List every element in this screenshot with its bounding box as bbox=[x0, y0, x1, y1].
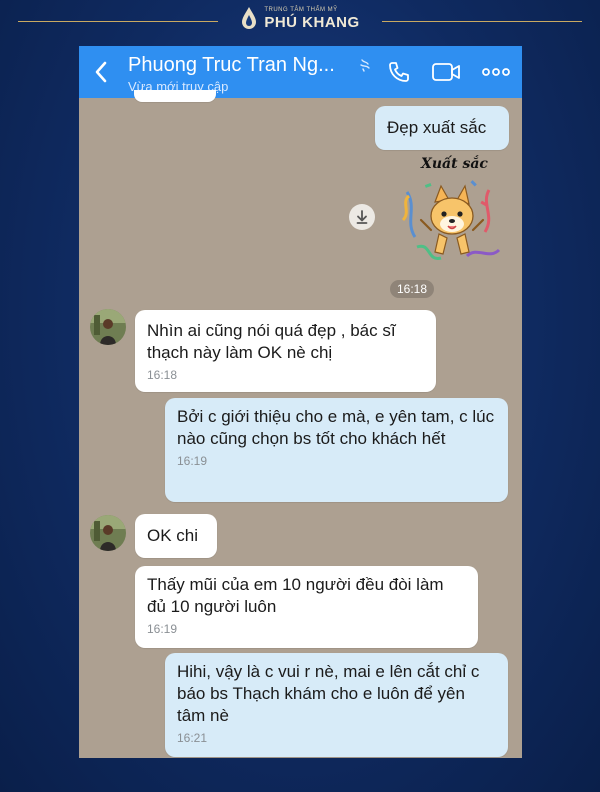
download-sticker-button[interactable] bbox=[349, 204, 375, 230]
contact-name[interactable]: Phuong Truc Tran Ng... bbox=[128, 54, 335, 77]
sticker-excellent[interactable]: Xuất sắc bbox=[397, 154, 507, 274]
message-bubble-outgoing[interactable]: Bởi c giới thiệu cho e mà, e yên tam, c … bbox=[165, 398, 508, 502]
message-text: Nhìn ai cũng nói quá đẹp , bác sĩ thạch … bbox=[147, 321, 396, 362]
chat-screen: Phuong Truc Tran Ng... Vừa mới truy cập … bbox=[79, 46, 522, 758]
message-text: OK chi bbox=[147, 526, 199, 545]
message-text: Bởi c giới thiệu cho e mà, e yên tam, c … bbox=[177, 407, 495, 448]
message-bubble-outgoing[interactable]: Đẹp xuất sắc bbox=[375, 106, 509, 150]
dog-celebration-sticker-icon bbox=[401, 180, 501, 260]
message-bubble-incoming[interactable]: Thấy mũi của em 10 người đều đòi làm đủ … bbox=[135, 566, 478, 648]
download-icon bbox=[356, 210, 368, 224]
message-timestamp: 16:21 bbox=[177, 731, 208, 745]
message-text: Hihi, vậy là c vui r nè, mai e lên cắt c… bbox=[177, 662, 480, 725]
sticker-timestamp: 16:18 bbox=[390, 280, 435, 298]
call-icon[interactable] bbox=[387, 60, 411, 84]
video-call-icon[interactable] bbox=[431, 60, 461, 84]
sparkle-icon bbox=[360, 59, 370, 72]
brand-logo-block: TRUNG TÂM THẨM MỸ PHÚ KHANG bbox=[0, 6, 600, 35]
more-options-icon[interactable] bbox=[482, 65, 510, 79]
message-text: Đẹp xuất sắc bbox=[387, 118, 487, 137]
back-arrow-icon[interactable] bbox=[91, 58, 111, 86]
sticker-caption: Xuất sắc bbox=[421, 156, 488, 172]
avatar-photo-icon bbox=[90, 515, 126, 551]
message-text: Thấy mũi của em 10 người đều đòi làm đủ … bbox=[147, 575, 444, 616]
message-bubble-incoming[interactable]: Nhìn ai cũng nói quá đẹp , bác sĩ thạch … bbox=[135, 310, 436, 392]
brand-subtitle: TRUNG TÂM THẨM MỸ bbox=[264, 6, 338, 13]
contact-avatar[interactable] bbox=[90, 515, 126, 551]
avatar-photo-icon bbox=[90, 309, 126, 345]
message-timestamp: 16:19 bbox=[177, 454, 208, 468]
message-timestamp: 16:18 bbox=[147, 368, 178, 382]
brand-drop-logo-icon bbox=[242, 7, 257, 29]
message-timestamp: 16:19 bbox=[147, 622, 178, 636]
message-bubble-incoming[interactable]: OK chi bbox=[135, 514, 217, 558]
brand-name: PHÚ KHANG bbox=[264, 13, 360, 31]
message-bubble-outgoing[interactable]: Hihi, vậy là c vui r nè, mai e lên cắt c… bbox=[165, 653, 508, 757]
contact-avatar[interactable] bbox=[90, 309, 126, 345]
previous-message-edge bbox=[134, 90, 216, 102]
